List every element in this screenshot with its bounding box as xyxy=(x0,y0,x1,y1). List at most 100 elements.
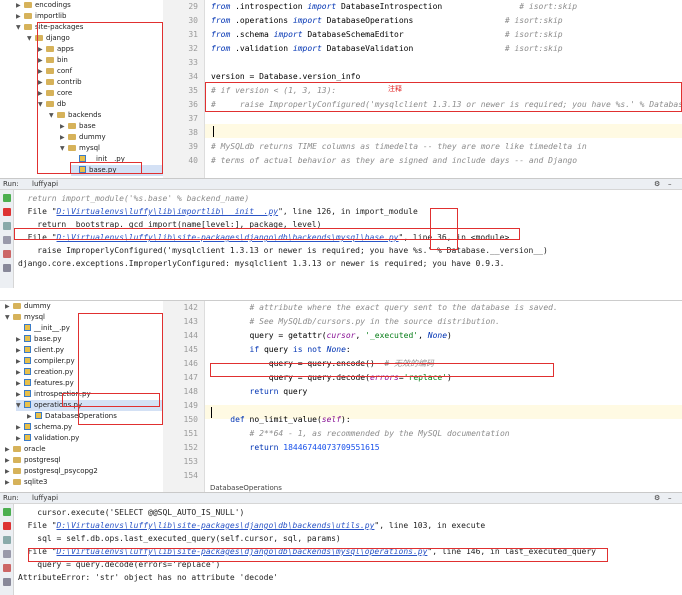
chevron-down-icon[interactable]: ▼ xyxy=(5,312,13,323)
tree-item[interactable]: ▶ DatabaseOperations xyxy=(27,411,163,422)
scroll-end-icon[interactable] xyxy=(3,536,11,544)
chevron-right-icon[interactable]: ▶ xyxy=(5,466,13,477)
chevron-right-icon[interactable]: ▶ xyxy=(60,132,68,143)
run-tab-luffyapi-2[interactable]: luffyapi xyxy=(32,494,58,502)
chevron-right-icon[interactable]: ▶ xyxy=(16,378,24,389)
code-line[interactable]: from .schema import DatabaseSchemaEditor… xyxy=(211,28,563,42)
print-icon[interactable] xyxy=(3,236,11,244)
tree-item[interactable]: ▶ base.py xyxy=(16,334,163,345)
code-line[interactable]: # terms of actual behavior as they are s… xyxy=(211,154,577,168)
code-editor-top[interactable]: from .introspection import DatabaseIntro… xyxy=(205,0,682,178)
chevron-right-icon[interactable]: ▶ xyxy=(16,433,24,444)
tree-item[interactable]: ▶ dummy xyxy=(5,301,163,312)
tree-item[interactable]: ▶ core xyxy=(38,88,163,99)
tree-item[interactable]: ▶ dummy xyxy=(60,132,163,143)
run-console-2[interactable]: cursor.execute('SELECT @@SQL_AUTO_IS_NUL… xyxy=(14,504,682,595)
tree-item[interactable]: __init__.py xyxy=(71,154,163,165)
stop-icon[interactable] xyxy=(3,522,11,530)
tree-item[interactable]: ▼ db xyxy=(38,99,163,110)
tree-item[interactable]: ▼ backends xyxy=(49,110,163,121)
tree-item[interactable]: ▶ creation.py xyxy=(16,367,163,378)
scroll-end-icon[interactable] xyxy=(3,222,11,230)
pin-icon[interactable] xyxy=(3,250,11,258)
minimize-icon[interactable]: – xyxy=(668,180,672,188)
chevron-right-icon[interactable]: ▶ xyxy=(38,88,46,99)
code-editor-bottom[interactable]: # attribute where the exact query sent t… xyxy=(205,301,682,492)
chevron-right-icon[interactable]: ▶ xyxy=(16,367,24,378)
chevron-down-icon[interactable]: ▼ xyxy=(27,33,35,44)
tree-item[interactable]: ▶ importlib xyxy=(16,11,163,22)
chevron-down-icon[interactable]: ▼ xyxy=(38,99,46,110)
tree-item[interactable]: ▶ bin xyxy=(38,55,163,66)
chevron-right-icon[interactable]: ▶ xyxy=(60,121,68,132)
tree-item[interactable]: ▶ validation.py xyxy=(16,433,163,444)
code-line[interactable]: from .validation import DatabaseValidati… xyxy=(211,42,563,56)
tree-item[interactable]: ▼ operations.py xyxy=(16,400,163,411)
code-line[interactable]: return query xyxy=(211,385,308,399)
chevron-down-icon[interactable]: ▼ xyxy=(49,110,57,121)
rerun-icon[interactable] xyxy=(3,508,11,516)
tree-item[interactable]: ▶ contrib xyxy=(38,77,163,88)
tree-item[interactable]: ▶ oracle xyxy=(5,444,163,455)
tree-item[interactable]: ▶ conf xyxy=(38,66,163,77)
chevron-right-icon[interactable]: ▶ xyxy=(5,477,13,488)
tree-item[interactable]: ▶ client.py xyxy=(16,345,163,356)
gear-icon[interactable]: ⚙ xyxy=(654,180,660,188)
code-line[interactable]: return 18446744073709551615 xyxy=(211,441,380,455)
chevron-right-icon[interactable]: ▶ xyxy=(16,356,24,367)
code-line[interactable]: from .operations import DatabaseOperatio… xyxy=(211,14,563,28)
code-line[interactable]: version = Database.version_info xyxy=(211,70,360,84)
tree-item[interactable]: ▼ site-packages xyxy=(16,22,163,33)
tree-item[interactable]: ▼ mysql xyxy=(5,312,163,323)
tree-item[interactable]: base.py xyxy=(71,165,163,176)
print-icon[interactable] xyxy=(3,550,11,558)
code-line[interactable]: # MySQLdb returns TIME columns as timede… xyxy=(211,140,587,154)
chevron-down-icon[interactable]: ▼ xyxy=(16,400,24,411)
stop-icon[interactable] xyxy=(3,208,11,216)
chevron-right-icon[interactable]: ▶ xyxy=(5,455,13,466)
tree-item[interactable]: ▶ sqlite3 xyxy=(5,477,163,488)
run-console-1[interactable]: return import_module('%s.base' % backend… xyxy=(14,190,682,288)
code-line[interactable]: # See MySQLdb/cursors.py in the source d… xyxy=(211,315,500,329)
chevron-right-icon[interactable]: ▶ xyxy=(16,422,24,433)
chevron-right-icon[interactable]: ▶ xyxy=(16,334,24,345)
chevron-right-icon[interactable]: ▶ xyxy=(5,301,13,312)
tree-item[interactable]: ▼ django xyxy=(27,33,163,44)
chevron-right-icon[interactable]: ▶ xyxy=(5,444,13,455)
breadcrumb-class[interactable]: DatabaseOperations xyxy=(210,484,282,492)
gear-icon[interactable]: ⚙ xyxy=(654,494,660,502)
chevron-down-icon[interactable]: ▼ xyxy=(60,143,68,154)
tree-item[interactable]: ▶ schema.py xyxy=(16,422,163,433)
tree-item[interactable]: ▶ compiler.py xyxy=(16,356,163,367)
delete-icon[interactable] xyxy=(3,264,11,272)
chevron-right-icon[interactable]: ▶ xyxy=(38,66,46,77)
tree-item[interactable]: ▶ encodings xyxy=(16,0,163,11)
tree-item[interactable]: ▶ features.py xyxy=(16,378,163,389)
tree-item[interactable]: ▶ base xyxy=(60,121,163,132)
chevron-right-icon[interactable]: ▶ xyxy=(16,389,24,400)
delete-icon[interactable] xyxy=(3,578,11,586)
chevron-right-icon[interactable]: ▶ xyxy=(27,411,35,422)
chevron-right-icon[interactable]: ▶ xyxy=(16,11,24,22)
code-line[interactable]: from .introspection import DatabaseIntro… xyxy=(211,0,577,14)
code-line[interactable]: # if version < (1, 3, 13): xyxy=(211,84,336,98)
tree-item[interactable]: ▶ introspection.py xyxy=(16,389,163,400)
code-line[interactable]: # 2**64 - 1, as recommended by the MySQL… xyxy=(211,427,510,441)
pin-icon[interactable] xyxy=(3,564,11,572)
code-line[interactable]: def no_limit_value(self): xyxy=(211,413,350,427)
tree-item[interactable]: ▶ apps xyxy=(38,44,163,55)
tree-item[interactable]: ▼ mysql xyxy=(60,143,163,154)
code-line[interactable]: query = getattr(cursor, '_executed', Non… xyxy=(211,329,452,343)
chevron-right-icon[interactable]: ▶ xyxy=(38,55,46,66)
tree-item[interactable]: __init__.py xyxy=(16,323,163,334)
tree-item[interactable]: ▶ postgresql_psycopg2 xyxy=(5,466,163,477)
chevron-right-icon[interactable]: ▶ xyxy=(38,77,46,88)
minimize-icon[interactable]: – xyxy=(668,494,672,502)
code-line[interactable]: query = query.encode() # 无效的编码 xyxy=(211,357,434,371)
code-line[interactable]: # attribute where the exact query sent t… xyxy=(211,301,558,315)
chevron-right-icon[interactable]: ▶ xyxy=(16,0,24,11)
code-line[interactable]: # raise ImproperlyConfigured('mysqlclien… xyxy=(211,98,682,112)
code-line[interactable]: query = query.decode(errors='replace') xyxy=(211,371,452,385)
code-line[interactable]: if query is not None: xyxy=(211,343,351,357)
chevron-right-icon[interactable]: ▶ xyxy=(38,44,46,55)
